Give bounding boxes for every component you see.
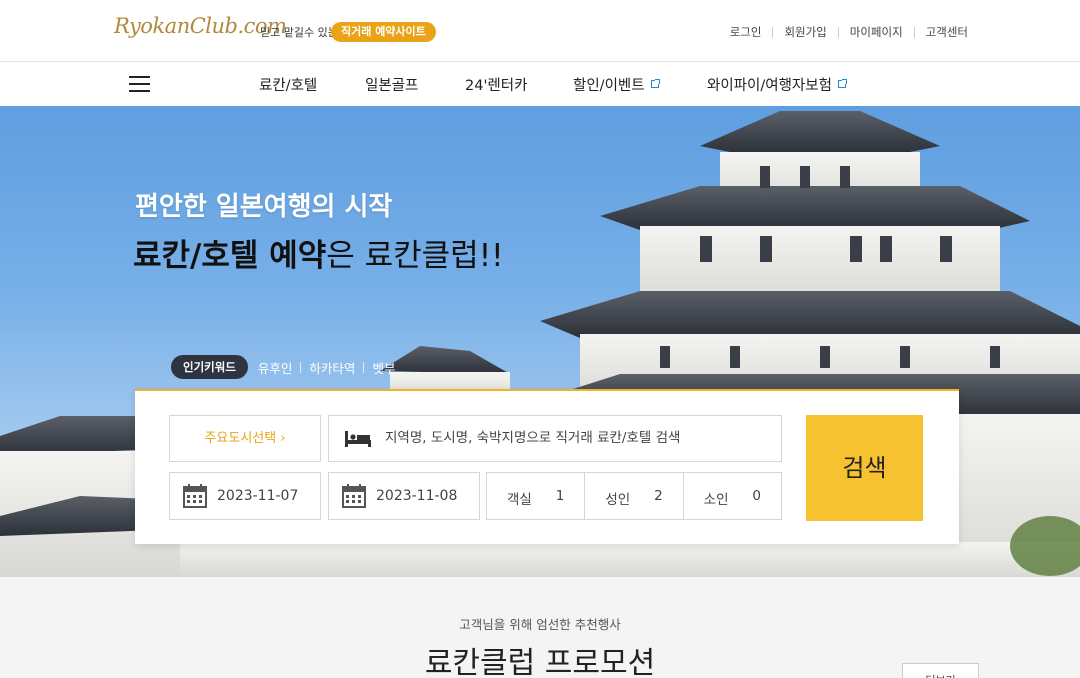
top-bar: RyokanClub.com 믿고 맡길수 있는 직거래 예약사이트 로그인 회…	[0, 0, 1080, 62]
guest-selector: 객실 1 성인 2 소인 0	[486, 472, 782, 520]
divider	[837, 26, 839, 38]
checkin-date-field[interactable]: 2023-11-07	[169, 472, 321, 520]
divider	[363, 361, 365, 373]
promotion-section: 고객님을 위해 엄선한 추천행사 료칸클럽 프로모션 더보기	[0, 577, 1080, 678]
adults-field[interactable]: 성인 2	[585, 473, 684, 519]
calendar-icon	[342, 484, 366, 508]
search-input[interactable]: 지역명, 도시명, 숙박지명으로 직거래 료칸/호텔 검색	[328, 415, 782, 462]
external-link-icon	[837, 79, 847, 88]
direct-booking-badge: 직거래 예약사이트	[331, 22, 436, 42]
hero-subheadline: 료칸/호텔 예약은 료칸클럽!!	[133, 238, 504, 274]
keyword-link[interactable]: 벳부	[372, 358, 395, 377]
checkout-date: 2023-11-08	[376, 488, 458, 504]
utility-links: 로그인 회원가입 마이페이지 고객센터	[730, 24, 968, 40]
main-nav: 료칸/호텔 일본골프 24'렌터카 할인/이벤트 와이파이/여행자보험	[0, 63, 1080, 106]
popular-keywords: 인기키워드 유후인 하카타역 벳부	[171, 355, 395, 379]
calendar-icon	[183, 484, 207, 508]
keyword-link[interactable]: 하카타역	[309, 358, 355, 377]
keywords-label: 인기키워드	[171, 355, 248, 379]
search-button[interactable]: 검색	[806, 415, 923, 521]
nav-item-wifi-insurance[interactable]: 와이파이/여행자보험	[707, 74, 847, 95]
customer-center-link[interactable]: 고객센터	[926, 24, 968, 40]
search-panel: 주요도시선택 › 지역명, 도시명, 숙박지명으로 직거래 료칸/호텔 검색 2…	[135, 389, 959, 544]
external-link-icon	[650, 79, 660, 88]
bed-icon	[345, 431, 371, 447]
checkin-date: 2023-11-07	[217, 488, 299, 504]
divider	[772, 26, 774, 38]
tagline: 믿고 맡길수 있는	[260, 26, 338, 39]
divider	[913, 26, 915, 38]
keyword-link[interactable]: 유후인	[258, 358, 293, 377]
divider	[300, 361, 302, 373]
nav-item-ryokan-hotel[interactable]: 료칸/호텔	[259, 74, 317, 95]
mypage-link[interactable]: 마이페이지	[850, 24, 903, 40]
promo-subtitle: 고객님을 위해 엄선한 추천행사	[459, 617, 621, 632]
checkout-date-field[interactable]: 2023-11-08	[328, 472, 480, 520]
more-button[interactable]: 더보기	[902, 663, 979, 678]
menu-icon[interactable]	[129, 76, 150, 92]
login-link[interactable]: 로그인	[730, 24, 762, 40]
nav-item-discount-event[interactable]: 할인/이벤트	[573, 74, 660, 95]
nav-item-golf[interactable]: 일본골프	[365, 74, 418, 95]
hero-headline: 편안한 일본여행의 시작	[135, 192, 393, 222]
children-field[interactable]: 소인 0	[684, 473, 781, 519]
city-select-button[interactable]: 주요도시선택 ›	[169, 415, 321, 462]
rooms-field[interactable]: 객실 1	[487, 473, 586, 519]
signup-link[interactable]: 회원가입	[784, 24, 826, 40]
nav-item-rentacar[interactable]: 24'렌터카	[465, 74, 527, 95]
